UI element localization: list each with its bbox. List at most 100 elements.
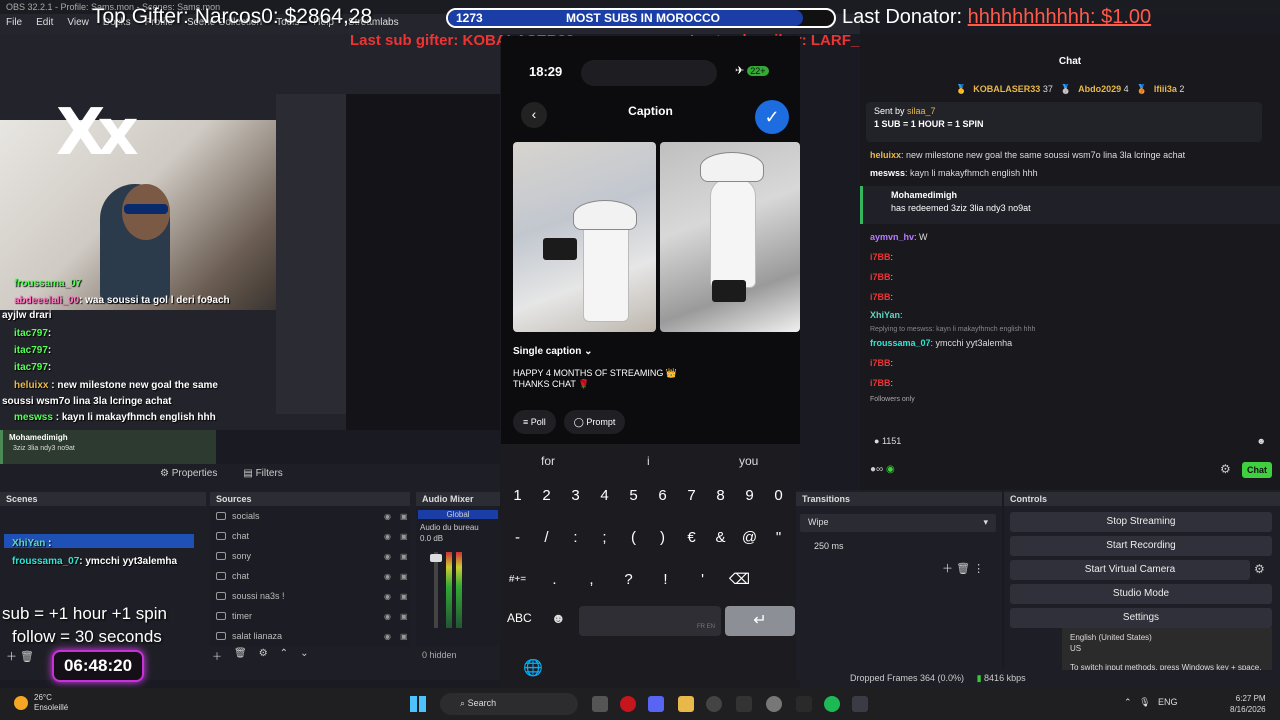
audio-fader-track[interactable]	[434, 552, 438, 628]
photo-thumbnail-2[interactable]	[660, 142, 800, 332]
transition-duration-field[interactable]: 250 ms	[800, 538, 996, 556]
gear-icon[interactable]: ⚙	[1254, 562, 1265, 576]
emoji-icon[interactable]: ☻	[551, 610, 566, 626]
source-item[interactable]: soussi na3s ! ◉ ▣	[210, 586, 410, 606]
transition-menu-button[interactable]: ⋮	[973, 563, 984, 575]
opera-icon[interactable]	[620, 696, 636, 712]
key[interactable]: ;	[592, 524, 617, 552]
key[interactable]: )	[650, 524, 675, 552]
key[interactable]: "	[766, 524, 791, 552]
key[interactable]: :	[563, 524, 588, 552]
audio-tab-global[interactable]: Global	[418, 510, 498, 519]
start-virtual-camera-button[interactable]: Start Virtual Camera	[1010, 560, 1250, 580]
key[interactable]: @	[737, 524, 762, 552]
lock-icon[interactable]: ▣	[400, 532, 410, 541]
menu-view[interactable]: View	[67, 17, 89, 31]
mic-icon[interactable]: 🎙	[1139, 697, 1150, 707]
key[interactable]: !	[653, 566, 678, 594]
remove-transition-button[interactable]: 🗑	[956, 563, 970, 575]
source-item[interactable]: timer ◉ ▣	[210, 606, 410, 626]
taskbar-clock[interactable]: 6:27 PM 8/16/2026	[1230, 693, 1266, 715]
key[interactable]: /	[534, 524, 559, 552]
windows-start-icon[interactable]	[410, 696, 426, 712]
eye-icon[interactable]: ◉	[384, 612, 394, 621]
remove-source-button[interactable]: 🗑	[234, 648, 247, 663]
photo-thumbnail-1[interactable]	[513, 142, 656, 332]
source-settings-button[interactable]: ⚙	[259, 648, 268, 663]
keyboard-suggestion[interactable]: you	[739, 454, 758, 468]
key[interactable]: '	[690, 566, 715, 594]
globe-icon[interactable]: 🌐	[523, 658, 543, 678]
capcut-icon[interactable]	[736, 696, 752, 712]
eye-icon[interactable]: ◉	[384, 632, 394, 641]
stop-streaming-button[interactable]: Stop Streaming	[1010, 512, 1272, 532]
key-abc[interactable]: ABC	[507, 604, 539, 632]
eye-icon[interactable]: ◉	[384, 592, 394, 601]
tab-properties[interactable]: ⚙ Properties	[160, 468, 217, 480]
lock-icon[interactable]: ▣	[400, 512, 410, 521]
key[interactable]: 2	[534, 482, 559, 510]
app-icon[interactable]	[766, 696, 782, 712]
key[interactable]: €	[679, 524, 704, 552]
lock-icon[interactable]: ▣	[400, 612, 410, 621]
key[interactable]: 3	[563, 482, 588, 510]
key[interactable]: &	[708, 524, 733, 552]
transition-type-select[interactable]: Wipe ▾	[800, 514, 996, 532]
lock-icon[interactable]: ▣	[400, 552, 410, 561]
eye-icon[interactable]: ◉	[384, 572, 394, 581]
lock-icon[interactable]: ▣	[400, 592, 410, 601]
obs-icon[interactable]	[852, 696, 868, 712]
chat-input[interactable]: ● 1151 ☻	[866, 432, 1274, 454]
key-enter[interactable]: ↵	[725, 606, 795, 636]
key[interactable]: 0	[766, 482, 791, 510]
points-icon[interactable]: ◉	[886, 464, 895, 475]
caption-text-field[interactable]: HAPPY 4 MONTHS OF STREAMING 👑 THANKS CHA…	[513, 368, 677, 390]
menu-edit[interactable]: Edit	[36, 17, 53, 31]
weather-widget[interactable]: 26°C Ensoleillé	[34, 693, 68, 713]
task-view-icon[interactable]	[592, 696, 608, 712]
key[interactable]: -	[505, 524, 530, 552]
keyboard-suggestion[interactable]: i	[647, 454, 650, 468]
key[interactable]: 4	[592, 482, 617, 510]
key[interactable]: 7	[679, 482, 704, 510]
key-space[interactable]: FR EN	[579, 606, 721, 636]
key[interactable]: 5	[621, 482, 646, 510]
audio-fader-handle[interactable]	[430, 554, 442, 562]
studio-mode-button[interactable]: Studio Mode	[1010, 584, 1272, 604]
source-item[interactable]: sony ◉ ▣	[210, 546, 410, 566]
source-item[interactable]: chat ◉ ▣	[210, 566, 410, 586]
key[interactable]: (	[621, 524, 646, 552]
lock-icon[interactable]: ▣	[400, 572, 410, 581]
spotify-icon[interactable]	[824, 696, 840, 712]
source-item[interactable]: salat lianaza ◉ ▣	[210, 626, 410, 646]
prompt-button[interactable]: ◯ Prompt	[563, 410, 626, 434]
chevron-up-icon[interactable]: ⌃	[1124, 697, 1132, 707]
confirm-checkmark-button[interactable]: ✓	[755, 100, 789, 134]
infinity-icon[interactable]: ●∞	[870, 464, 883, 475]
backspace-icon[interactable]: ⌫	[727, 566, 752, 594]
chat-send-button[interactable]: Chat	[1242, 462, 1272, 478]
eye-icon[interactable]: ◉	[384, 552, 394, 561]
discord-icon[interactable]	[648, 696, 664, 712]
language-indicator[interactable]: ENG	[1158, 697, 1178, 707]
key-more-symbols[interactable]: #+=	[505, 566, 530, 594]
move-down-button[interactable]: ⌄	[300, 648, 308, 663]
gear-icon[interactable]: ⚙	[1220, 462, 1231, 476]
key[interactable]: 1	[505, 482, 530, 510]
poll-button[interactable]: ≡ Poll	[513, 410, 556, 434]
key[interactable]: .	[542, 566, 567, 594]
move-up-button[interactable]: ⌃	[280, 648, 288, 663]
keyboard-suggestion[interactable]: for	[541, 454, 555, 468]
caption-mode-dropdown[interactable]: Single caption ⌄	[513, 346, 593, 357]
key[interactable]: ,	[579, 566, 604, 594]
tab-filters[interactable]: ▤ Filters	[243, 468, 282, 480]
key[interactable]: 9	[737, 482, 762, 510]
lock-icon[interactable]: ▣	[400, 632, 410, 641]
app-icon[interactable]	[706, 696, 722, 712]
file-explorer-icon[interactable]	[678, 696, 694, 712]
key[interactable]: 8	[708, 482, 733, 510]
add-source-button[interactable]: ＋	[212, 648, 222, 663]
taskbar-search[interactable]: ⌕ Search	[440, 693, 578, 715]
key[interactable]: 6	[650, 482, 675, 510]
start-recording-button[interactable]: Start Recording	[1010, 536, 1272, 556]
